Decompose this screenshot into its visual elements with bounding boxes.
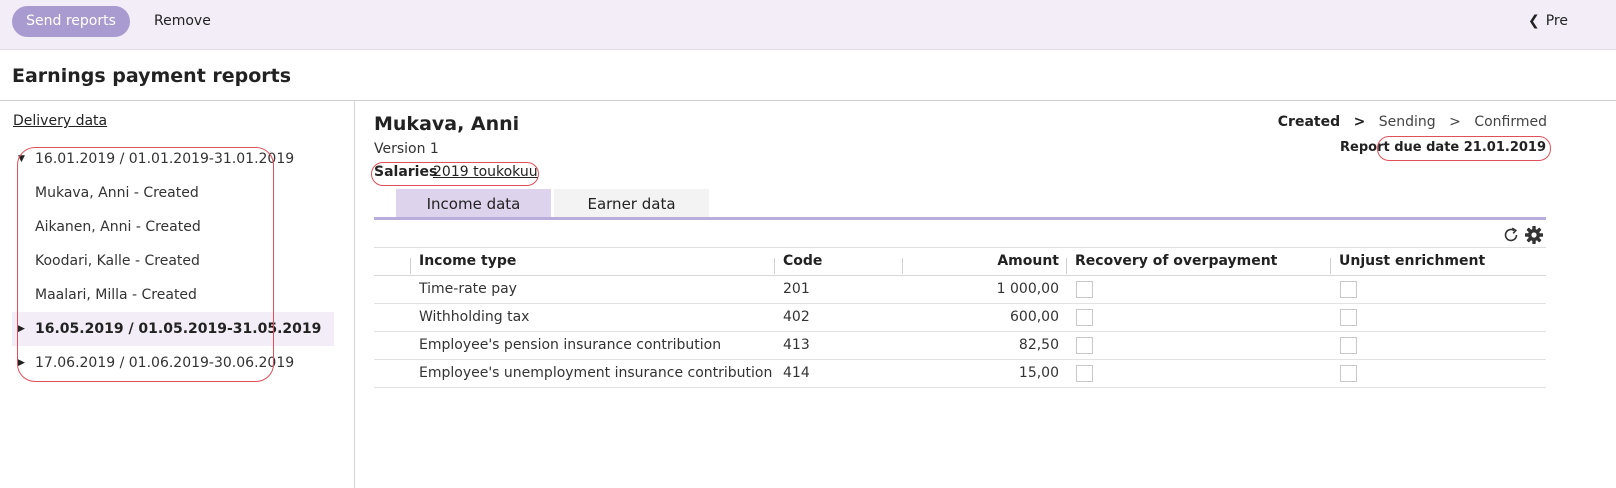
status-separator: >	[1449, 114, 1461, 130]
unjust-enrichment-checkbox[interactable]	[1340, 281, 1357, 298]
salaries-label: Salaries	[374, 164, 438, 180]
tree-item-label: Mukava, Anni - Created	[35, 185, 199, 201]
toolbar: Send reports Remove ❮ Pre	[0, 0, 1616, 50]
tab-income-data[interactable]: Income data	[396, 189, 551, 219]
status-step-created: Created	[1277, 114, 1341, 130]
tree-item-mukava[interactable]: Mukava, Anni - Created	[12, 176, 334, 210]
caret-right-icon: ▶	[18, 324, 25, 334]
status-step-confirmed: Confirmed	[1474, 114, 1547, 130]
report-panel: Mukava, Anni Version 1 Salaries 2019 tou…	[356, 101, 1616, 488]
salaries-period-link[interactable]: 2019 toukokuu	[433, 164, 538, 180]
tree-group-label: 16.01.2019 / 01.01.2019-31.01.2019	[35, 151, 295, 167]
tree-group-label: 16.05.2019 / 01.05.2019-31.05.2019	[35, 321, 322, 337]
cell-code: 413	[783, 337, 810, 353]
cell-income-type: Employee's pension insurance contributio…	[419, 337, 722, 353]
recovery-checkbox[interactable]	[1076, 337, 1093, 354]
cell-code: 414	[783, 365, 810, 381]
table-row[interactable]: Employee's unemployment insurance contri…	[374, 360, 1546, 388]
tree-group-may[interactable]: ▶ 16.05.2019 / 01.05.2019-31.05.2019	[12, 312, 334, 346]
tree-group-january[interactable]: ▼ 16.01.2019 / 01.01.2019-31.01.2019	[12, 142, 334, 176]
table-row[interactable]: Time-rate pay 201 1 000,00	[374, 276, 1546, 304]
status-step-sending: Sending	[1378, 114, 1436, 130]
cell-amount: 15,00	[1018, 365, 1059, 381]
column-divider	[902, 258, 903, 274]
cell-code: 402	[783, 309, 810, 325]
column-divider	[774, 258, 775, 274]
refresh-icon[interactable]	[1502, 226, 1520, 244]
tree-item-label: Koodari, Kalle - Created	[35, 253, 200, 269]
column-amount[interactable]: Amount	[914, 248, 1059, 276]
previous-link[interactable]: ❮ Pre	[1528, 13, 1568, 29]
column-divider	[1066, 258, 1067, 274]
table-header: Income type Code Amount Recovery of over…	[374, 247, 1546, 276]
chevron-left-icon: ❮	[1528, 13, 1540, 29]
column-code[interactable]: Code	[783, 248, 822, 276]
tree-item-label: Maalari, Milla - Created	[35, 287, 197, 303]
unjust-enrichment-checkbox[interactable]	[1340, 337, 1357, 354]
previous-label: Pre	[1545, 13, 1568, 29]
report-due-date: Report due date 21.01.2019	[1340, 140, 1546, 155]
tree-item-aikanen[interactable]: Aikanen, Anni - Created	[12, 210, 334, 244]
cell-income-type: Withholding tax	[419, 309, 530, 325]
tab-underline	[374, 217, 1546, 220]
version-label: Version 1	[374, 141, 439, 157]
column-divider	[1330, 258, 1331, 274]
sidebar: Delivery data ▼ 16.01.2019 / 01.01.2019-…	[0, 101, 355, 488]
recovery-checkbox[interactable]	[1076, 281, 1093, 298]
recovery-checkbox[interactable]	[1076, 309, 1093, 326]
status-separator: >	[1353, 114, 1366, 130]
employee-name: Mukava, Anni	[374, 113, 520, 135]
table-row[interactable]: Employee's pension insurance contributio…	[374, 332, 1546, 360]
tree-item-label: Aikanen, Anni - Created	[35, 219, 201, 235]
column-divider	[410, 258, 411, 274]
status-steps: Created > Sending > Confirmed	[1278, 114, 1547, 130]
tab-earner-data[interactable]: Earner data	[554, 189, 709, 219]
delivery-data-link[interactable]: Delivery data	[13, 113, 107, 129]
send-reports-button[interactable]: Send reports	[12, 6, 130, 37]
cell-income-type: Time-rate pay	[419, 281, 517, 297]
unjust-enrichment-checkbox[interactable]	[1340, 365, 1357, 382]
cell-income-type: Employee's unemployment insurance contri…	[419, 365, 773, 381]
unjust-enrichment-checkbox[interactable]	[1340, 309, 1357, 326]
page-header: Earnings payment reports	[0, 51, 1616, 101]
tree-item-koodari[interactable]: Koodari, Kalle - Created	[12, 244, 334, 278]
tree-group-label: 17.06.2019 / 01.06.2019-30.06.2019	[35, 355, 295, 371]
table-row[interactable]: Withholding tax 402 600,00	[374, 304, 1546, 332]
gear-icon[interactable]	[1524, 225, 1544, 245]
tree-group-june[interactable]: ▶ 17.06.2019 / 01.06.2019-30.06.2019	[12, 346, 334, 380]
column-income-type[interactable]: Income type	[419, 248, 516, 276]
page-title: Earnings payment reports	[12, 65, 292, 87]
recovery-checkbox[interactable]	[1076, 365, 1093, 382]
caret-down-icon: ▼	[18, 154, 25, 164]
caret-right-icon: ▶	[18, 358, 25, 368]
remove-button[interactable]: Remove	[154, 13, 211, 29]
tree-item-maalari[interactable]: Maalari, Milla - Created	[12, 278, 334, 312]
income-table: Income type Code Amount Recovery of over…	[374, 247, 1546, 388]
column-unjust-enrichment[interactable]: Unjust enrichment	[1339, 248, 1485, 276]
column-recovery[interactable]: Recovery of overpayment	[1075, 248, 1277, 276]
cell-code: 201	[783, 281, 810, 297]
cell-amount: 600,00	[1010, 309, 1059, 325]
cell-amount: 1 000,00	[996, 281, 1059, 297]
cell-amount: 82,50	[1018, 337, 1059, 353]
